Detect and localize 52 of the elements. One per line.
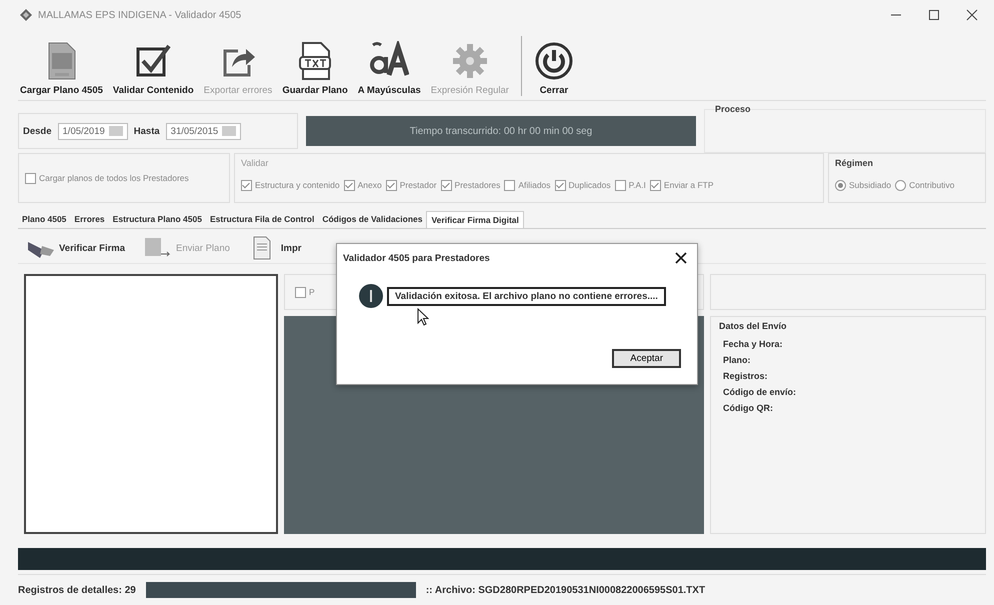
- validate-checkbox[interactable]: Estructura y contenido: [241, 180, 340, 190]
- send-data-field-label: Código de envío:: [722, 387, 797, 397]
- toolbar-button[interactable]: Validar Contenido: [110, 41, 196, 100]
- regime-radio[interactable]: Contributivo: [895, 180, 954, 190]
- regime-group-title: Régimen: [835, 158, 874, 168]
- toolbar-button[interactable]: A Mayúsculas: [356, 41, 423, 100]
- toolbar-button[interactable]: Cerrar: [532, 41, 576, 100]
- file-list[interactable]: [24, 274, 278, 534]
- validate-checkbox[interactable]: Prestadores: [440, 180, 500, 190]
- send-data-field-label: Registros:: [722, 371, 769, 381]
- tab[interactable]: Estructura Plano 4505: [108, 211, 206, 228]
- from-date-field[interactable]: 1/05/2019: [58, 122, 128, 140]
- validate-checkbox[interactable]: Duplicados: [554, 180, 611, 190]
- send-data-title: Datos del Envío: [719, 321, 788, 331]
- send-data-field-label: Fecha y Hora:: [722, 339, 784, 349]
- validate-checkbox[interactable]: Anexo: [344, 180, 382, 190]
- accept-button[interactable]: Aceptar: [612, 349, 681, 368]
- info-icon: [359, 284, 383, 308]
- elapsed-time-bar: Tiempo transcurrido: 00 hr 00 min 00 seg: [306, 116, 696, 146]
- close-icon[interactable]: [966, 9, 978, 21]
- regime-radio[interactable]: Subsidiado: [835, 180, 892, 190]
- tab[interactable]: Plano 4505: [18, 211, 70, 228]
- file-name: :: Archivo: SGD280RPED20190531NI000822006595S01.TXT: [426, 584, 706, 596]
- to-date-field[interactable]: 31/05/2015: [166, 122, 242, 140]
- records-count: Registros de detalles: 29: [18, 584, 136, 596]
- tab[interactable]: Códigos de Validaciones: [318, 211, 426, 228]
- validate-group-title: Validar: [241, 158, 268, 168]
- app-logo-icon: [20, 9, 32, 21]
- process-title: Proceso: [715, 104, 751, 114]
- dialog-message: Validación exitosa. El archivo plano no contiene errores....: [387, 286, 666, 306]
- maximize-icon[interactable]: [928, 9, 940, 21]
- send-data-field-label: Plano:: [722, 355, 752, 365]
- send-data-field-label: Código QR:: [722, 403, 774, 413]
- tab[interactable]: Errores: [70, 211, 109, 228]
- action-button[interactable]: Impr: [246, 236, 304, 260]
- power-icon: [534, 41, 574, 81]
- toolbar-button[interactable]: Cargar Plano 4505: [18, 41, 105, 100]
- validate-checkbox[interactable]: Enviar a FTP: [650, 180, 714, 190]
- close-icon[interactable]: [675, 252, 687, 264]
- action-button[interactable]: Verificar Firma: [24, 236, 128, 260]
- dialog-title: Validador 4505 para Prestadores: [343, 252, 490, 264]
- toolbar-button[interactable]: Guardar Plano: [280, 41, 350, 100]
- tab[interactable]: Estructura Fila de Control: [206, 211, 318, 228]
- cursor-icon: [417, 308, 429, 326]
- validate-checkbox[interactable]: Afiliados: [504, 180, 551, 190]
- to-label: Hasta: [134, 126, 160, 136]
- validate-checkbox[interactable]: Prestador: [386, 180, 437, 190]
- load-all-checkbox[interactable]: Cargar planos de todos los Prestadores: [25, 172, 189, 184]
- from-label: Desde: [23, 126, 52, 136]
- window-title: MALLAMAS EPS INDIGENA - Validador 4505: [38, 10, 242, 20]
- validate-checkbox[interactable]: P.A.I: [614, 180, 646, 190]
- tab[interactable]: Verificar Firma Digital: [426, 211, 524, 228]
